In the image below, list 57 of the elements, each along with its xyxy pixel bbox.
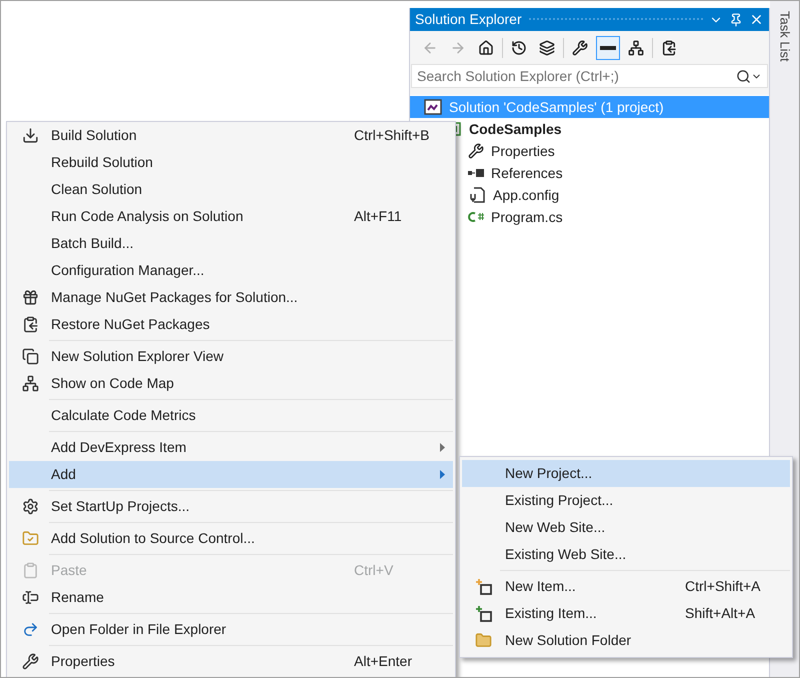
menu-item[interactable]: Batch Build... [9, 230, 453, 257]
menu-item[interactable]: Add DevExpress Item [9, 434, 453, 461]
forward-icon [450, 40, 466, 56]
diagram-icon [628, 40, 644, 56]
menu-item[interactable]: Rename [9, 584, 453, 611]
csharp-file-icon [468, 211, 484, 223]
new-item-icon [476, 578, 492, 594]
redo-arrow-icon [22, 621, 38, 638]
menu-item[interactable]: Set StartUp Projects... [9, 493, 453, 520]
settings-icon [22, 498, 38, 515]
menu-item[interactable]: Properties Alt+Enter [9, 648, 453, 675]
solution-icon [424, 98, 442, 116]
wrench-icon [22, 653, 38, 670]
clipboard-icon [22, 316, 38, 333]
side-tab[interactable]: Task List [774, 11, 794, 62]
menu-item[interactable]: Calculate Code Metrics [9, 402, 453, 429]
search-input[interactable]: Search Solution Explorer (Ctrl+;) [417, 66, 736, 86]
folder-check-icon [22, 530, 38, 547]
wrench-icon [468, 143, 484, 159]
wrench-icon [572, 40, 588, 56]
history-icon [511, 40, 527, 56]
home-icon [478, 40, 494, 56]
toolbar-button[interactable] [596, 36, 620, 60]
back-icon [422, 40, 438, 56]
close-icon[interactable] [749, 12, 764, 27]
menu-item[interactable]: Add [9, 461, 453, 488]
bar-icon [600, 46, 616, 50]
menu-item[interactable]: New Project... [462, 460, 790, 487]
config-file-icon [468, 186, 486, 204]
build-icon [22, 127, 38, 144]
menu-item[interactable]: New Solution Explorer View [9, 343, 453, 370]
menu-item[interactable]: New Solution Folder [462, 627, 790, 654]
panel-title: Solution Explorer [415, 10, 522, 29]
clipboard-icon [661, 40, 677, 56]
menu-item[interactable]: Add Solution to Source Control... [9, 525, 453, 552]
menu-item[interactable]: Open Folder in File Explorer [9, 616, 453, 643]
menu-item[interactable]: Existing Project... [462, 487, 790, 514]
menu-item[interactable]: Show on Code Map [9, 370, 453, 397]
menu-item[interactable]: New Web Site... [462, 514, 790, 541]
text-cursor-icon [22, 589, 38, 606]
menu-item[interactable]: Existing Web Site... [462, 541, 790, 568]
search-field[interactable]: Search Solution Explorer (Ctrl+;) [411, 64, 768, 88]
diagram-icon [22, 375, 38, 392]
submenu-arrow-icon [440, 470, 444, 479]
clipboard-icon [22, 562, 38, 579]
menu-item[interactable]: Configuration Manager... [9, 257, 453, 284]
gift-icon [22, 289, 38, 306]
folder-icon [475, 632, 492, 649]
references-icon [468, 168, 484, 178]
add-item-icon [476, 606, 492, 622]
menu-item[interactable]: New Item... Ctrl+Shift+A [462, 573, 790, 600]
submenu-arrow-icon [440, 443, 444, 452]
menu-item[interactable]: Existing Item... Shift+Alt+A [462, 600, 790, 627]
menu-item[interactable]: Restore NuGet Packages [9, 311, 453, 338]
search-icon [736, 68, 751, 84]
pin-icon[interactable] [729, 12, 743, 26]
menu-item[interactable]: Manage NuGet Packages for Solution... [9, 284, 453, 311]
